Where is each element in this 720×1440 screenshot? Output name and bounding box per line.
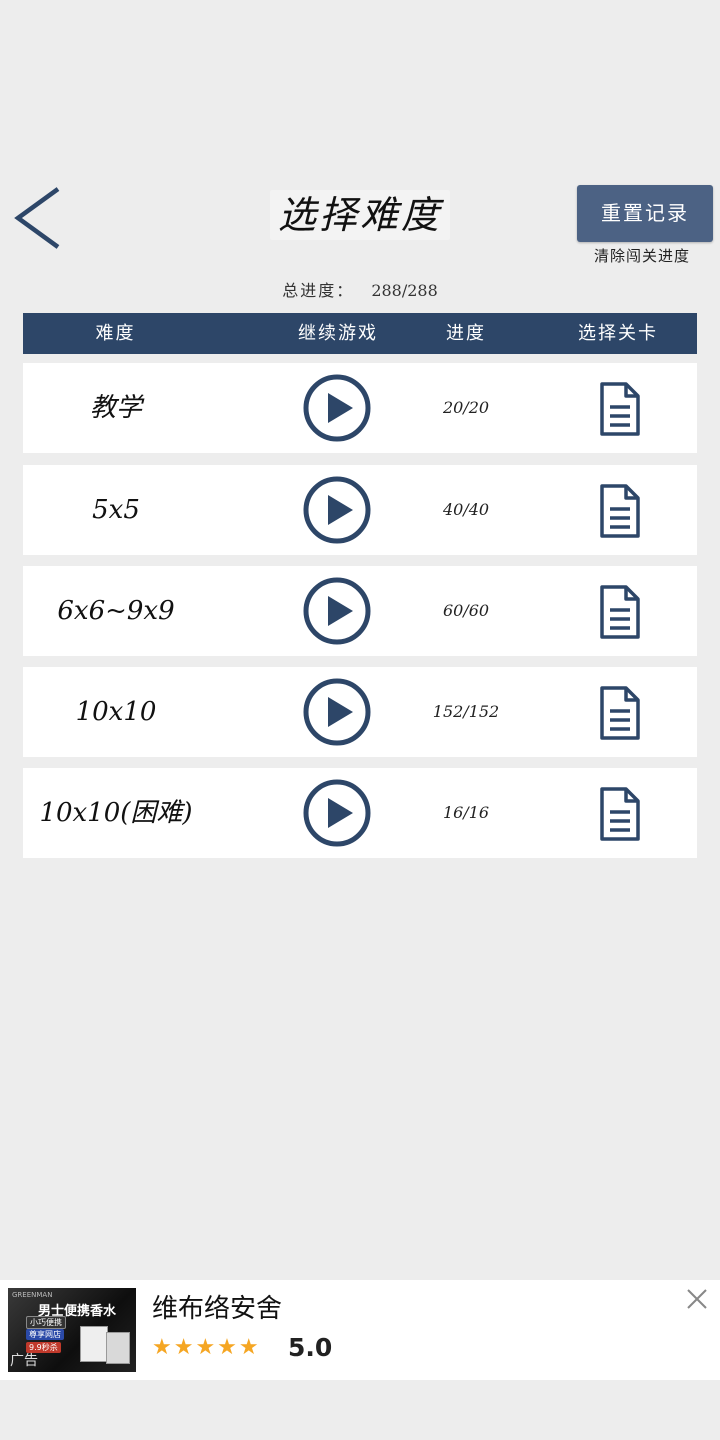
difficulty-name: 5x5 (92, 495, 140, 525)
column-select-level: 选择关卡 (578, 323, 658, 344)
difficulty-row-5x5: 5x5 40/40 (23, 465, 697, 555)
difficulty-row-10x10: 10x10 152/152 (23, 667, 697, 757)
back-arrow-icon[interactable] (12, 185, 68, 251)
play-icon[interactable] (303, 577, 371, 645)
document-icon[interactable] (599, 483, 641, 539)
ad-rating-value: 5.0 (288, 1333, 333, 1362)
difficulty-row-tutorial: 教学 20/20 (23, 363, 697, 453)
difficulty-row-6x6-9x9: 6x6~9x9 60/60 (23, 566, 697, 656)
document-icon[interactable] (599, 381, 641, 437)
document-icon[interactable] (599, 786, 641, 842)
row-progress: 20/20 (442, 398, 490, 417)
page-title: 选择难度 (270, 190, 450, 240)
ad-label: 广告 (10, 1353, 38, 1369)
reset-record-button[interactable]: 重置记录 (577, 185, 713, 242)
play-icon[interactable] (303, 476, 371, 544)
product-box-image (106, 1332, 130, 1364)
document-icon[interactable] (599, 685, 641, 741)
column-progress: 进度 (446, 323, 486, 344)
ad-banner[interactable]: GREENMAN 男士便携香水 小巧便携 尊享网店 9.9秒杀 广告 维布络安舍… (0, 1280, 720, 1380)
row-progress: 40/40 (442, 500, 490, 519)
total-progress-label: 总进度： (282, 281, 355, 300)
star-rating-icon: ★★★★★ (152, 1335, 261, 1360)
difficulty-name: 6x6~9x9 (57, 596, 175, 626)
table-header: 难度 继续游戏 进度 选择关卡 (23, 313, 697, 354)
play-icon[interactable] (303, 678, 371, 746)
close-icon[interactable] (684, 1286, 710, 1312)
ad-title[interactable]: 维布络安舍 (152, 1292, 282, 1326)
column-difficulty: 难度 (95, 323, 136, 344)
difficulty-name: 10x10 (75, 697, 157, 727)
ad-image-brand: GREENMAN (12, 1291, 53, 1299)
ad-image[interactable]: GREENMAN 男士便携香水 小巧便携 尊享网店 9.9秒杀 广告 (8, 1288, 136, 1372)
row-progress: 152/152 (432, 702, 500, 721)
play-icon[interactable] (303, 374, 371, 442)
total-progress-value: 288/288 (371, 281, 438, 300)
ad-image-tag: 小巧便携 (26, 1316, 66, 1329)
total-progress: 总进度： 288/288 (0, 278, 720, 304)
difficulty-row-10x10-hard: 10x10(困难) 16/16 (23, 768, 697, 858)
product-box-image (80, 1326, 108, 1362)
ad-image-tag: 尊享网店 (26, 1329, 64, 1340)
difficulty-name: 教学 (89, 393, 142, 423)
difficulty-name: 10x10(困难) (39, 798, 193, 828)
row-progress: 60/60 (442, 601, 490, 620)
row-progress: 16/16 (442, 803, 490, 822)
column-continue: 继续游戏 (298, 323, 378, 344)
reset-subtitle: 清除闯关进度 (593, 247, 690, 265)
document-icon[interactable] (599, 584, 641, 640)
play-icon[interactable] (303, 779, 371, 847)
